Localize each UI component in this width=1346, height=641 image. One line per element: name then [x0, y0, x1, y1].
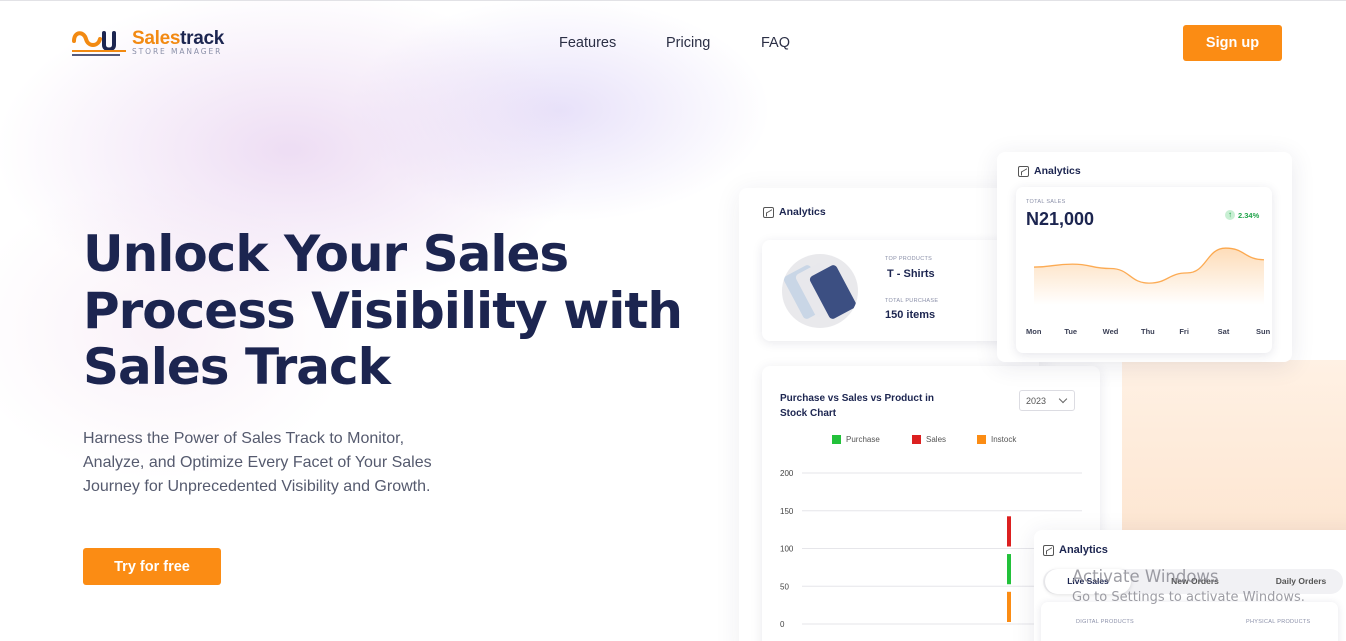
legend-swatch — [832, 435, 841, 444]
total-purchase-label: TOTAL PURCHASE — [885, 298, 939, 304]
trend-chart-icon — [763, 206, 774, 218]
total-purchase-value: 150 items — [885, 309, 936, 321]
tshirt-image — [782, 254, 858, 328]
legend-label: Instock — [991, 435, 1017, 444]
total-sales-panel: TOTAL SALES N21,000 ↑ 2.34% Mon Tue Wed Thu… — [1016, 187, 1272, 353]
bar-purchase — [1007, 554, 1011, 585]
nav-faq[interactable]: FAQ — [761, 35, 790, 51]
top-products-label: TOP PRODUCTS — [885, 256, 933, 262]
legend-purchase: Purchase — [832, 435, 880, 444]
year-select[interactable]: 2023 — [1019, 390, 1075, 411]
legend-swatch — [977, 435, 986, 444]
analytics-card-title-text: Analytics — [779, 206, 826, 218]
legend-label: Purchase — [846, 435, 880, 444]
logo-tagline: STORE MANAGER — [132, 47, 223, 56]
physical-products-label: PHYSICAL PRODUCTS — [1246, 619, 1311, 625]
signup-button[interactable]: Sign up — [1183, 25, 1282, 61]
nav-pricing[interactable]: Pricing — [666, 35, 710, 51]
hero-description: Harness the Power of Sales Track to Moni… — [83, 430, 432, 495]
sales-area-fill — [1034, 248, 1264, 305]
analytics-card-title: Analytics — [1018, 165, 1081, 177]
logo[interactable]: Salestrack STORE MANAGER — [70, 27, 240, 61]
logo-wordmark: Salestrack — [132, 29, 224, 49]
top-border — [0, 0, 1346, 1]
logo-mark-icon — [72, 31, 126, 56]
bar-sales — [1007, 516, 1011, 547]
nav-features[interactable]: Features — [559, 35, 616, 51]
y-tick-label: 150 — [780, 507, 794, 516]
year-select-value: 2023 — [1026, 395, 1047, 406]
legend-label: Sales — [926, 435, 947, 444]
day-label: Tue — [1064, 327, 1078, 336]
top-product-card: TOP PRODUCTS T - Shirts TOTAL PURCHASE 1… — [762, 240, 1012, 341]
day-label: Sat — [1217, 327, 1230, 336]
chevron-down-icon — [1058, 394, 1068, 404]
orders-panel: DIGITAL PRODUCTS PHYSICAL PRODUCTS — [1041, 602, 1338, 641]
chart-title: Purchase vs Sales vs Product in Stock Ch… — [780, 393, 934, 419]
top-products-value: T - Shirts — [887, 268, 935, 280]
day-label: Thu — [1141, 327, 1155, 336]
day-label: Mon — [1026, 327, 1042, 336]
bar-instock — [1007, 591, 1011, 622]
logo-name-part1: Sales — [132, 28, 181, 49]
digital-products-label: DIGITAL PRODUCTS — [1076, 619, 1134, 625]
analytics-card-title: Analytics — [1043, 544, 1108, 556]
y-tick-label: 50 — [780, 582, 789, 591]
trend-chart-icon — [1018, 165, 1029, 177]
watermark-line-1: Activate Windows — [1072, 567, 1219, 586]
day-label: Sun — [1256, 327, 1271, 336]
legend-sales: Sales — [912, 435, 946, 444]
analytics-card-title: Analytics — [763, 206, 826, 218]
y-tick-label: 0 — [780, 620, 785, 629]
decorative-panel — [1122, 360, 1346, 530]
logo-name-part2: track — [180, 28, 225, 49]
try-for-free-button[interactable]: Try for free — [83, 548, 221, 585]
analytics-card-title-text: Analytics — [1034, 165, 1081, 177]
watermark-line-2: Go to Settings to activate Windows. — [1072, 590, 1305, 605]
legend-instock: Instock — [977, 435, 1016, 444]
y-tick-label: 200 — [780, 469, 794, 478]
day-label: Wed — [1102, 327, 1119, 336]
y-tick-label: 100 — [780, 545, 794, 554]
windows-activation-watermark: Activate Windows Go to Settings to activ… — [1072, 567, 1305, 605]
hero-title: Unlock Your Sales Process Visibility wit… — [83, 225, 683, 396]
analytics-card-sales: Analytics TOTAL SALES N21,000 ↑ 2.34% Mo… — [997, 152, 1292, 362]
day-label: Fri — [1179, 327, 1189, 336]
analytics-card-title-text: Analytics — [1059, 544, 1108, 556]
legend-swatch — [912, 435, 921, 444]
trend-chart-icon — [1043, 544, 1054, 556]
